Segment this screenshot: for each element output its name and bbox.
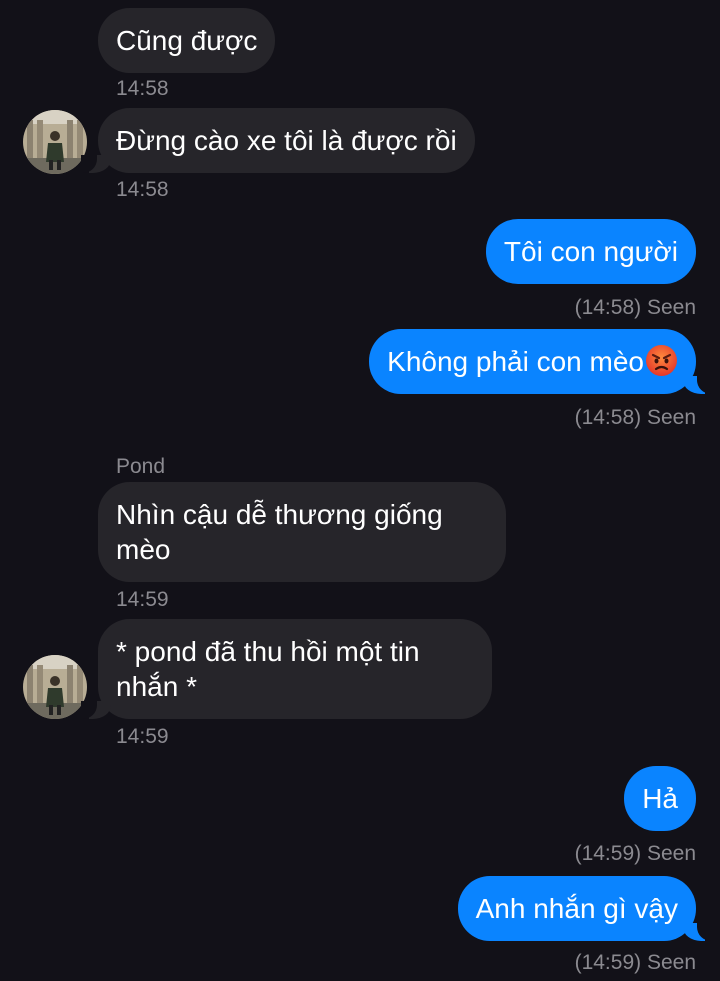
outgoing-message-bubble[interactable]: Anh nhắn gì vậy — [457, 876, 713, 941]
outgoing-message-bubble[interactable]: Tôi con người — [485, 219, 696, 284]
seen-status: (14:59) Seen — [574, 842, 696, 865]
avatar-photo-icon — [23, 110, 87, 174]
bubble-tail — [81, 701, 111, 719]
bubble-tail — [81, 155, 111, 173]
message-text: Hả — [642, 783, 678, 814]
chat-thread: Cũng được 14:58 Đừng cào xe tôi là được … — [0, 0, 720, 981]
message-timestamp: 14:58 — [116, 77, 169, 100]
incoming-message-bubble[interactable]: Nhìn cậu dễ thương giống mèo — [98, 482, 506, 582]
outgoing-message-bubble[interactable]: Hả — [624, 766, 696, 831]
bubble-tail — [683, 923, 713, 941]
angry-face-emoji-icon — [645, 344, 678, 377]
seen-status: (14:59) Seen — [574, 951, 696, 974]
message-timestamp: 14:59 — [116, 725, 169, 748]
message-timestamp: 14:59 — [116, 588, 169, 611]
incoming-message-bubble[interactable]: Đừng cào xe tôi là được rồi — [81, 108, 475, 173]
recalled-message-bubble[interactable]: * pond đã thu hồi một tin nhắn * — [81, 619, 492, 719]
contact-avatar[interactable] — [23, 110, 87, 174]
message-text: Tôi con người — [503, 236, 678, 267]
bubble-tail — [683, 376, 713, 394]
message-text: Không phải con mèo — [387, 346, 644, 377]
message-text: Anh nhắn gì vậy — [475, 893, 678, 924]
outgoing-message-bubble[interactable]: Không phải con mèo — [369, 329, 713, 394]
avatar-photo-icon — [23, 655, 87, 719]
incoming-message-bubble[interactable]: Cũng được — [98, 8, 276, 73]
seen-status: (14:58) Seen — [574, 406, 696, 429]
contact-avatar[interactable] — [23, 655, 87, 719]
message-text: * pond đã thu hồi một tin nhắn * — [116, 636, 420, 702]
seen-status: (14:58) Seen — [574, 296, 696, 319]
message-text: Nhìn cậu dễ thương giống mèo — [116, 499, 443, 565]
sender-name: Pond — [116, 455, 166, 478]
message-text: Đừng cào xe tôi là được rồi — [116, 125, 457, 156]
message-timestamp: 14:58 — [116, 178, 169, 201]
message-text: Cũng được — [116, 25, 258, 56]
